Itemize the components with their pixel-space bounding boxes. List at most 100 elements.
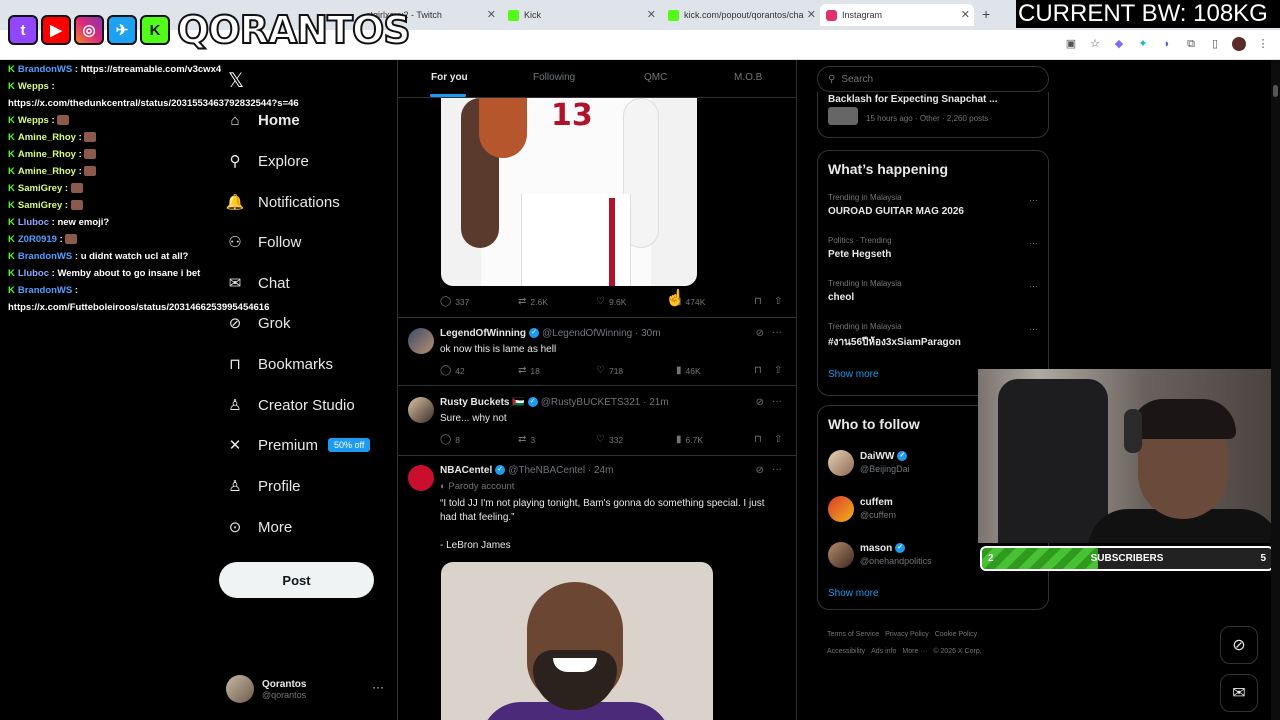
chat-username[interactable]: Amine_Rhoy [18,166,76,177]
trend-item[interactable]: Pete Hegseth [828,249,891,260]
avatar[interactable] [408,328,434,354]
avatar-icon[interactable] [1232,37,1246,51]
follow-suggestion-handle[interactable]: @cuffem [860,510,896,520]
chat-username[interactable]: Wepps [18,81,49,92]
trend-item[interactable]: OUROAD GUITAR MAG 2026 [828,206,964,217]
chat-username[interactable]: Z0R0919 [18,234,57,245]
star-icon[interactable]: ☆ [1088,37,1102,51]
grok-icon[interactable]: ⊘ [756,328,764,339]
extension-icon[interactable]: ✦ [1136,37,1150,51]
grok-icon[interactable]: ⊘ [756,465,764,476]
nav-item-notifications[interactable]: 🔔 Notifications [226,193,340,212]
x-logo-icon[interactable]: 𝕏 [228,68,244,93]
tweet-author[interactable]: Rusty Buckets 🇵🇸 [440,397,525,408]
like-button[interactable]: ♡ 332 [596,434,623,445]
browser-tab-instagram[interactable]: Instagram ✕ [820,4,974,26]
more-icon[interactable]: ··· [772,327,782,338]
show-more-link[interactable]: Show more [828,369,879,380]
share-button[interactable]: ⇧ [774,365,782,376]
footer-link[interactable]: Privacy Policy [885,631,929,638]
grok-icon[interactable]: ⊘ [756,397,764,408]
more-icon[interactable]: ··· [772,396,782,407]
account-switcher[interactable]: Qorantos @qorantos ··· [226,674,386,704]
views-button[interactable]: ▮ 46K [676,365,701,376]
menu-icon[interactable]: ⋮ [1256,37,1270,51]
more-icon[interactable]: ··· [372,680,384,694]
tweet[interactable] [398,60,796,318]
more-icon[interactable]: ··· [772,464,782,475]
search-input[interactable]: ⚲ Search [817,66,1049,92]
nav-item-premium[interactable]: ✕ Premium 50% off [226,436,371,454]
trend-card-top[interactable]: Backlash for Expecting Snapchat ... 15 h… [817,92,1049,138]
reply-button[interactable]: ◯ 8 [440,434,460,445]
close-icon[interactable]: ✕ [487,8,496,21]
close-icon[interactable]: ✕ [807,8,816,21]
views-button[interactable]: ▮ 6.7K [676,434,703,445]
chat-username[interactable]: BrandonWS [18,285,72,296]
extension-icon[interactable]: ◗ [1160,37,1174,51]
screen-share-icon[interactable]: ▣ [1064,37,1078,51]
more-icon[interactable]: ··· [1029,281,1038,291]
nav-item-creator-studio[interactable]: ♙ Creator Studio [226,396,354,415]
nav-item-chat[interactable]: ✉ Chat [226,274,290,293]
grok-icon[interactable]: ⊘ [1220,626,1258,664]
chat-username[interactable]: Lluboc [18,217,49,228]
follow-suggestion-name[interactable]: mason ✓ [860,543,908,554]
nav-item-home[interactable]: ⌂ Home [226,111,299,129]
browser-tab-kick[interactable]: Kick ✕ [502,4,660,26]
tweet[interactable]: LegendOfWinning ✓ @LegendOfWinning · 30m ⊘… [398,318,796,386]
scrollbar[interactable] [1271,60,1280,720]
avatar[interactable] [828,496,854,522]
puzzle-icon[interactable]: ⧉ [1184,37,1198,51]
new-tab-button[interactable]: + [982,6,990,22]
more-icon[interactable]: ··· [1029,195,1038,205]
tweet-handle[interactable]: @LegendOfWinning · 30m [542,328,661,339]
avatar[interactable] [408,397,434,423]
trend-item[interactable]: #งาน56ปีห้อง3xSiamParagon [828,335,961,350]
tweet[interactable]: Rusty Buckets 🇵🇸 ✓ @RustyBUCKETS321 · 21m … [398,387,796,456]
avatar[interactable] [828,450,854,476]
tab-following[interactable]: Following [533,72,575,83]
scrollbar-thumb[interactable] [1273,85,1278,97]
footer-link[interactable]: © 2026 X Corp. [933,648,981,655]
show-more-link[interactable]: Show more [828,588,879,599]
chat-username[interactable]: Amine_Rhoy [18,149,76,160]
browser-tab-kick-popout[interactable]: kick.com/popout/qorantos/cha ✕ [662,4,820,26]
retweet-button[interactable]: ⇄ 18 [518,365,540,376]
retweet-button[interactable]: ⇄ 3 [518,434,535,445]
nav-item-more[interactable]: ⊙ More [226,518,292,537]
nav-item-grok[interactable]: ⊘ Grok [226,314,291,333]
footer-link[interactable]: More ··· [902,648,927,655]
chat-username[interactable]: SamiGrey [18,200,62,211]
footer-link[interactable]: Terms of Service [827,631,879,638]
reply-button[interactable]: ◯ 42 [440,365,465,376]
like-button[interactable]: ♡ 718 [596,365,623,376]
tab-qmc[interactable]: QMC [644,72,667,83]
nav-item-profile[interactable]: ♙ Profile [226,477,300,496]
follow-suggestion-handle[interactable]: @BeijingDai [860,464,910,474]
avatar[interactable] [408,465,434,491]
extension-icon[interactable]: ◆ [1112,37,1126,51]
more-icon[interactable]: ··· [1029,238,1038,248]
avatar[interactable] [828,542,854,568]
tab-mob[interactable]: M.O.B [734,72,762,83]
chat-username[interactable]: BrandonWS [18,251,72,262]
chat-username[interactable]: Amine_Rhoy [18,132,76,143]
post-button[interactable]: Post [219,562,374,598]
follow-suggestion-name[interactable]: cuffem [860,497,893,508]
messages-icon[interactable]: ✉ [1220,674,1258,712]
bookmark-button[interactable]: ⊓ [754,365,762,376]
footer-link[interactable]: Accessibility [827,648,865,655]
nav-item-explore[interactable]: ⚲ Explore [226,152,309,171]
tweet-author[interactable]: LegendOfWinning [440,328,526,339]
chat-username[interactable]: BrandonWS [18,64,72,75]
tab-for-you[interactable]: For you [431,72,468,83]
nav-item-follow[interactable]: ⚇ Follow [226,233,301,252]
follow-suggestion-handle[interactable]: @onehandpolitics [860,556,932,566]
trend-item[interactable]: cheol [828,292,854,303]
chat-username[interactable]: Wepps [18,115,49,126]
share-button[interactable]: ⇧ [774,434,782,445]
sidebar-icon[interactable]: ▯ [1208,37,1222,51]
chat-username[interactable]: Lluboc [18,268,49,279]
close-icon[interactable]: ✕ [647,8,656,21]
